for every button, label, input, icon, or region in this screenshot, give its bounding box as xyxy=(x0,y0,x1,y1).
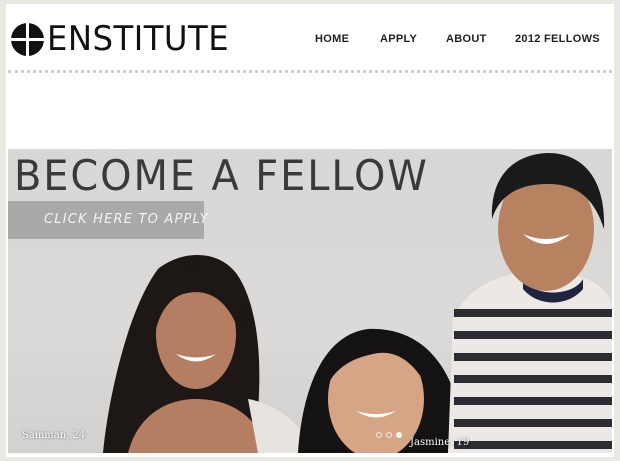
slider-dot[interactable] xyxy=(376,432,382,438)
hero-title: BECOME A FELLOW xyxy=(14,151,429,200)
nav-2012-fellows[interactable]: 2012 FELLOWS xyxy=(515,33,600,45)
slider-dot-active[interactable] xyxy=(396,432,402,438)
hero-slider: BECOME A FELLOW CLICK HERE TO APPLY Samm… xyxy=(8,149,612,453)
apply-button[interactable]: CLICK HERE TO APPLY xyxy=(8,201,208,239)
site-header: ENSTITUTE HOME APPLY ABOUT 2012 FELLOWS xyxy=(6,4,614,74)
page: ENSTITUTE HOME APPLY ABOUT 2012 FELLOWS xyxy=(6,4,614,457)
nav-about[interactable]: ABOUT xyxy=(446,33,487,45)
header-divider xyxy=(8,70,612,73)
caption-samman: Samman, 24 xyxy=(22,430,86,441)
nav-home[interactable]: HOME xyxy=(315,33,349,45)
slider-dots xyxy=(376,432,402,438)
slider-dot[interactable] xyxy=(386,432,392,438)
caption-jasmine: Jasmine, 19 xyxy=(410,437,470,448)
nav-apply[interactable]: APPLY xyxy=(380,33,417,45)
main-nav: HOME APPLY ABOUT 2012 FELLOWS xyxy=(6,33,614,49)
